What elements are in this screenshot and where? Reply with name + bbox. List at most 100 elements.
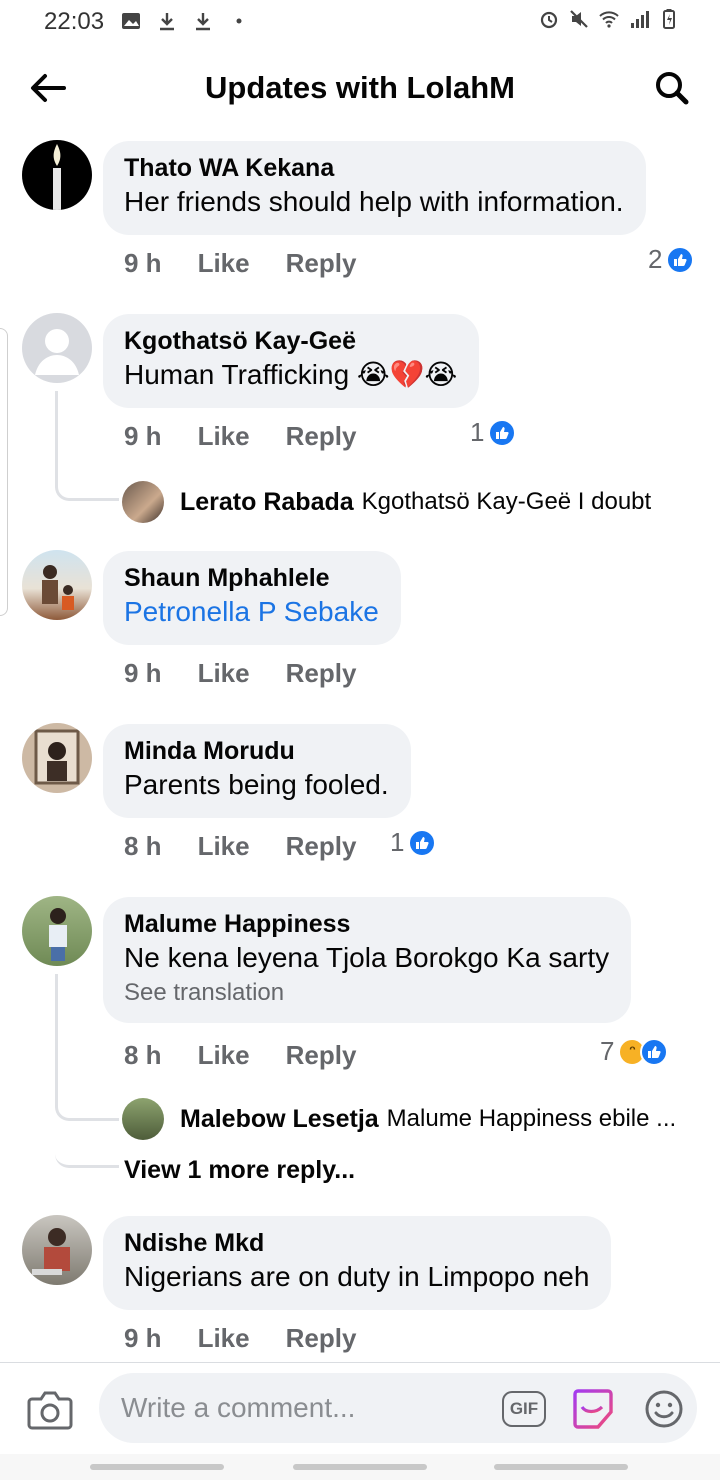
reply-author[interactable]: Malebow Lesetja: [180, 1105, 379, 1134]
like-button[interactable]: Like: [198, 421, 250, 452]
like-button[interactable]: Like: [198, 1040, 250, 1071]
avatar[interactable]: [22, 140, 92, 210]
comment-time[interactable]: 9 h: [124, 248, 162, 279]
search-icon: [656, 72, 689, 105]
like-button[interactable]: Like: [198, 658, 250, 689]
default-avatar-icon: [35, 329, 79, 375]
page-title: Updates with LolahM: [205, 70, 515, 105]
app-header: Updates with LolahM: [0, 56, 720, 120]
sticker-button[interactable]: [572, 1387, 614, 1431]
person-photo-icon: [49, 908, 67, 961]
comment-actions: 9 h Like Reply: [124, 248, 392, 279]
reply-thread-line: [55, 974, 119, 1121]
reply-button[interactable]: Reply: [286, 658, 357, 689]
camera-icon: [27, 1391, 73, 1430]
comment-time[interactable]: 8 h: [124, 831, 162, 862]
reply-item[interactable]: Malebow Lesetja Malume Happiness ebile .…: [122, 1098, 676, 1140]
status-bar: 22:03: [0, 0, 720, 44]
download-icon: [196, 13, 210, 31]
comment-text: Her friends should help with information…: [124, 186, 624, 217]
side-scroll-indicator: [0, 328, 8, 616]
reply-thread-line: [55, 1116, 119, 1168]
candle-icon: [53, 144, 61, 210]
reaction-count: 7: [600, 1036, 615, 1066]
mute-icon: [570, 10, 588, 28]
avatar[interactable]: [122, 1098, 164, 1140]
comment-text: Ne kena leyena Tjola Borokgo Ka sarty: [124, 942, 610, 973]
comment-time[interactable]: 9 h: [124, 658, 162, 689]
nav-back-button[interactable]: [494, 1464, 628, 1470]
comment-text: Human Trafficking 😭💔😭: [124, 359, 458, 390]
comment-actions: 8 h Like Reply: [124, 831, 392, 862]
download-icon: [160, 13, 174, 31]
reply-button[interactable]: Reply: [286, 248, 357, 279]
comment-bubble[interactable]: Malume Happiness Ne kena leyena Tjola Bo…: [103, 897, 632, 1023]
comment-actions: 9 h Like Reply: [124, 421, 392, 452]
comment-bubble[interactable]: Shaun Mphahlele Petronella P Sebake: [103, 551, 401, 645]
reaction-count: 1: [390, 827, 405, 857]
wifi-icon: [599, 11, 619, 28]
comment-author[interactable]: Malume Happiness: [124, 909, 609, 939]
gif-icon: GIF: [509, 1399, 539, 1418]
comment-text: Parents being fooled.: [124, 769, 389, 800]
reply-button[interactable]: Reply: [286, 1040, 357, 1071]
status-notification-icons: [120, 10, 250, 32]
camera-button[interactable]: [26, 1387, 74, 1433]
comment-bubble[interactable]: Thato WA Kekana Her friends should help …: [103, 141, 646, 235]
alarm-icon: [540, 11, 558, 29]
nav-recent-button[interactable]: [90, 1464, 224, 1470]
comment-bubble[interactable]: Kgothatsö Kay-Geë Human Trafficking 😭💔😭: [103, 314, 480, 408]
tagged-user-link[interactable]: Petronella P Sebake: [124, 593, 379, 631]
comment-time[interactable]: 8 h: [124, 1040, 162, 1071]
comment-author[interactable]: Minda Morudu: [124, 736, 389, 766]
avatar[interactable]: [22, 723, 92, 793]
comment-author[interactable]: Shaun Mphahlele: [124, 563, 379, 593]
reaction-summary[interactable]: 7 ᵔ: [600, 1036, 669, 1067]
reply-button[interactable]: Reply: [286, 1323, 357, 1354]
nav-home-button[interactable]: [293, 1464, 427, 1470]
reply-author[interactable]: Lerato Rabada: [180, 488, 354, 517]
sticker-icon: [573, 1389, 613, 1429]
reaction-summary[interactable]: 2: [648, 244, 695, 275]
signal-icon: [631, 11, 649, 28]
status-system-icons: [538, 8, 680, 30]
comment-author[interactable]: Thato WA Kekana: [124, 153, 624, 183]
reply-thread-line: [55, 391, 119, 501]
comment-time[interactable]: 9 h: [124, 421, 162, 452]
like-icon: [666, 245, 695, 274]
like-button[interactable]: Like: [198, 831, 250, 862]
comment-author[interactable]: Kgothatsö Kay-Geë: [124, 326, 457, 356]
avatar[interactable]: [22, 313, 92, 383]
emoji-button[interactable]: [644, 1389, 684, 1429]
reply-button[interactable]: Reply: [286, 831, 357, 862]
comment-actions: 9 h Like Reply: [124, 1323, 392, 1354]
gif-button[interactable]: GIF: [502, 1391, 546, 1427]
comment-time[interactable]: 9 h: [124, 1323, 162, 1354]
emoji-icon: [645, 1390, 683, 1428]
avatar[interactable]: [22, 896, 92, 966]
comment-author[interactable]: Ndishe Mkd: [124, 1228, 589, 1258]
like-button[interactable]: Like: [198, 1323, 250, 1354]
like-button[interactable]: Like: [198, 248, 250, 279]
reply-text: Kgothatsö Kay-Geë I doubt: [361, 488, 652, 515]
like-icon: [640, 1037, 669, 1066]
reply-text: Malume Happiness ebile ...: [386, 1105, 677, 1132]
like-icon: [408, 828, 437, 857]
like-icon: [488, 418, 517, 447]
comment-bubble[interactable]: Ndishe Mkd Nigerians are on duty in Limp…: [103, 1216, 612, 1310]
search-button[interactable]: [650, 66, 694, 110]
status-time: 22:03: [44, 8, 105, 35]
avatar[interactable]: [122, 481, 164, 523]
reaction-summary[interactable]: 1: [390, 827, 437, 858]
battery-icon: [663, 9, 675, 29]
dot-icon: [236, 18, 242, 24]
reply-item[interactable]: Lerato Rabada Kgothatsö Kay-Geë I doubt: [122, 481, 651, 523]
comment-bubble[interactable]: Minda Morudu Parents being fooled.: [103, 724, 411, 818]
reply-button[interactable]: Reply: [286, 421, 357, 452]
view-more-replies-link[interactable]: View 1 more reply...: [124, 1156, 355, 1185]
avatar[interactable]: [22, 1215, 92, 1285]
see-translation-link[interactable]: See translation: [124, 977, 609, 1009]
avatar[interactable]: [22, 550, 92, 620]
reaction-summary[interactable]: 1: [470, 417, 517, 448]
person-photo-icon: [32, 1228, 70, 1275]
